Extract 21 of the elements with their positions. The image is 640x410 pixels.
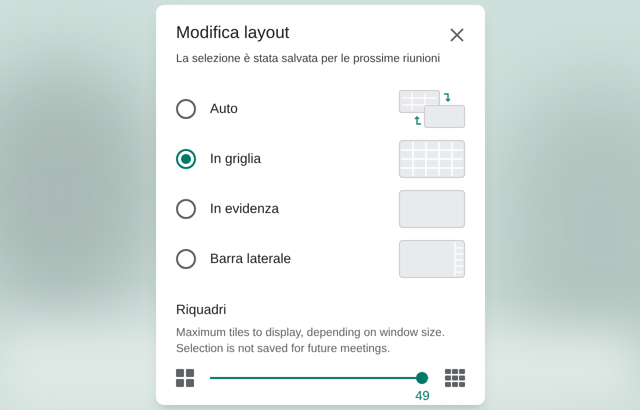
close-icon (449, 27, 465, 43)
option-label[interactable]: Auto (210, 99, 238, 120)
many-tiles-icon (445, 368, 465, 386)
radio-button[interactable] (176, 149, 196, 170)
slider-thumb[interactable] (416, 372, 428, 384)
option-label[interactable]: In griglia (210, 149, 262, 170)
tiles-description: Maximum tiles to display, depending on window size. Selection is not saved for future meetings. (176, 326, 446, 356)
few-tiles-icon (176, 368, 194, 386)
dialog-title: Modifica layout (176, 22, 290, 44)
option-label[interactable]: Barra laterale (210, 249, 292, 270)
radio-button[interactable] (176, 199, 196, 220)
radio-button[interactable] (176, 249, 196, 270)
tiles-title: Riquadri (176, 301, 228, 320)
dialog-subtitle: La selezione è stata salvata per le prossime riunioni (176, 52, 442, 67)
radio-button[interactable] (176, 99, 196, 120)
spotlight-layout-icon (399, 190, 465, 228)
auto-layout-icon (399, 90, 465, 128)
grid-layout-icon (399, 140, 465, 178)
option-label[interactable]: In evidenza (210, 199, 280, 220)
slider-value: 49 (415, 386, 430, 404)
sidebar-layout-icon (399, 240, 465, 278)
